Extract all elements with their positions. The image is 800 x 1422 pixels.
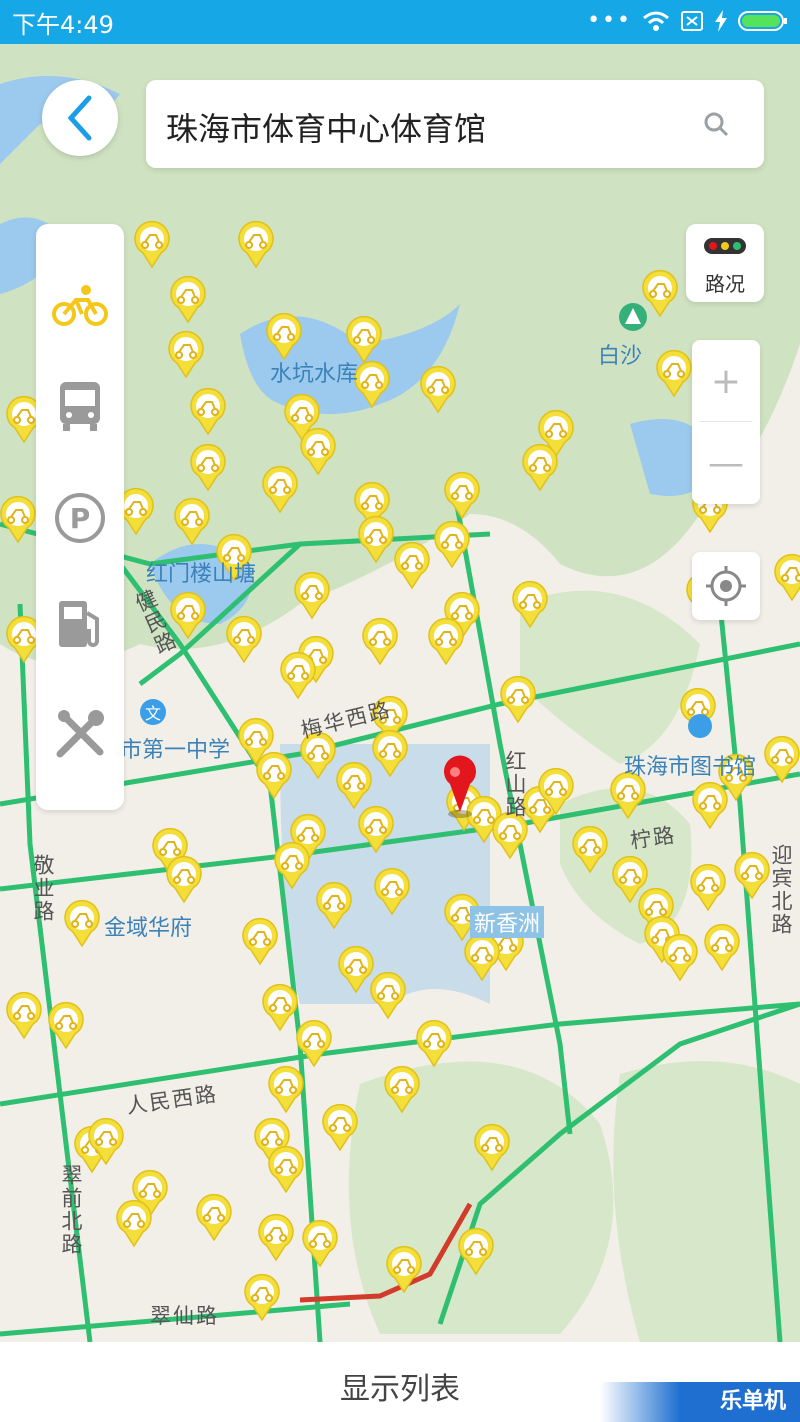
gas-station-icon (59, 601, 99, 647)
zoom-out-button[interactable]: — (692, 422, 760, 504)
map-label-school: 市第一中学 (120, 738, 231, 763)
status-icons: ••• (587, 8, 788, 33)
filter-repair[interactable] (36, 684, 124, 784)
bike-station-marker[interactable] (692, 781, 728, 830)
bike-station-marker[interactable] (6, 991, 42, 1040)
bike-station-marker[interactable] (416, 1019, 452, 1068)
bike-station-marker[interactable] (294, 571, 330, 620)
road-label-cuixian: 翠仙路 (150, 1304, 219, 1328)
bike-station-marker[interactable] (362, 617, 398, 666)
parking-icon: P (55, 493, 105, 543)
traffic-light-icon (704, 238, 746, 254)
bike-station-marker[interactable] (734, 851, 770, 900)
bike-station-marker[interactable] (116, 1199, 152, 1248)
map-label-library: 珠海市图书馆 (624, 755, 757, 780)
bike-station-marker[interactable] (302, 1219, 338, 1268)
road-label-jingye: 敬业路 (31, 854, 55, 923)
road-label-yingbin: 迎宾北路 (769, 844, 793, 936)
zoom-controls: + — (692, 340, 760, 504)
bus-icon (60, 382, 100, 431)
repair-icon (56, 710, 104, 758)
poi-filter-panel: P (36, 224, 124, 810)
filter-gas-station[interactable] (36, 574, 124, 674)
road-label-yinghua: 柠路 (628, 822, 678, 854)
bike-station-marker[interactable] (704, 923, 740, 972)
bike-station-marker[interactable] (434, 520, 470, 569)
bike-station-marker[interactable] (280, 651, 316, 700)
bike-icon (52, 285, 108, 326)
traffic-toggle-button[interactable]: 路况 (686, 224, 764, 302)
map-label-xinxiangzhou: 新香洲 (470, 906, 545, 938)
map-label-baisha: 白沙 (598, 344, 643, 369)
watermark-logo: 乐单机 (600, 1382, 800, 1422)
bike-station-marker[interactable] (262, 983, 298, 1032)
bike-station-marker[interactable] (500, 675, 536, 724)
bike-station-marker[interactable] (226, 615, 262, 664)
back-button[interactable] (42, 80, 118, 156)
bike-station-marker[interactable] (258, 1213, 294, 1262)
bike-station-marker[interactable] (196, 1193, 232, 1242)
bike-station-marker[interactable] (370, 971, 406, 1020)
school-icon: 文 (140, 699, 166, 725)
search-bar[interactable]: 珠海市体育中心体育馆 (146, 80, 764, 168)
wifi-icon (643, 11, 669, 31)
locate-me-button[interactable] (692, 552, 760, 620)
map-label-jinyu: 金域华府 (104, 916, 193, 941)
status-bar: 下午4:49 ••• (0, 0, 800, 44)
status-time: 下午4:49 (12, 10, 114, 39)
bike-station-marker[interactable] (774, 553, 800, 602)
bike-station-marker[interactable] (268, 1065, 304, 1114)
library-icon (688, 714, 712, 738)
filter-bus[interactable] (36, 356, 124, 456)
chevron-left-icon (67, 95, 92, 141)
bike-station-marker[interactable] (166, 855, 202, 904)
bike-station-marker[interactable] (242, 917, 278, 966)
charging-icon (715, 9, 727, 32)
search-icon[interactable] (702, 110, 730, 138)
scenic-icon (619, 303, 647, 331)
bike-station-marker[interactable] (690, 863, 726, 912)
bike-station-marker[interactable] (662, 933, 698, 982)
filter-bike[interactable] (36, 254, 124, 354)
bike-station-marker[interactable] (268, 1145, 304, 1194)
road-label-hongshan: 红山路 (503, 750, 527, 819)
battery-icon (738, 10, 787, 31)
filter-parking[interactable]: P (36, 468, 124, 568)
bottom-bar: 显示列表 乐单机 (0, 1342, 800, 1422)
bike-station-marker[interactable] (394, 541, 430, 590)
svg-text:P: P (70, 502, 91, 535)
search-query: 珠海市体育中心体育馆 (166, 110, 487, 148)
zoom-in-button[interactable]: + (692, 340, 760, 422)
bike-station-marker[interactable] (64, 899, 100, 948)
traffic-label: 路况 (705, 272, 745, 296)
more-dots-icon: ••• (587, 8, 632, 33)
svg-text:文: 文 (145, 704, 161, 723)
bike-station-marker[interactable] (428, 617, 464, 666)
map-label-hongmeilou: 红门楼山塘 (146, 562, 257, 587)
road-label-cuiqian: 翠前北路 (59, 1164, 83, 1256)
map-label-reservoir: 水坑水库 (270, 362, 359, 387)
no-sim-icon (681, 10, 703, 31)
crosshair-icon (706, 566, 746, 606)
